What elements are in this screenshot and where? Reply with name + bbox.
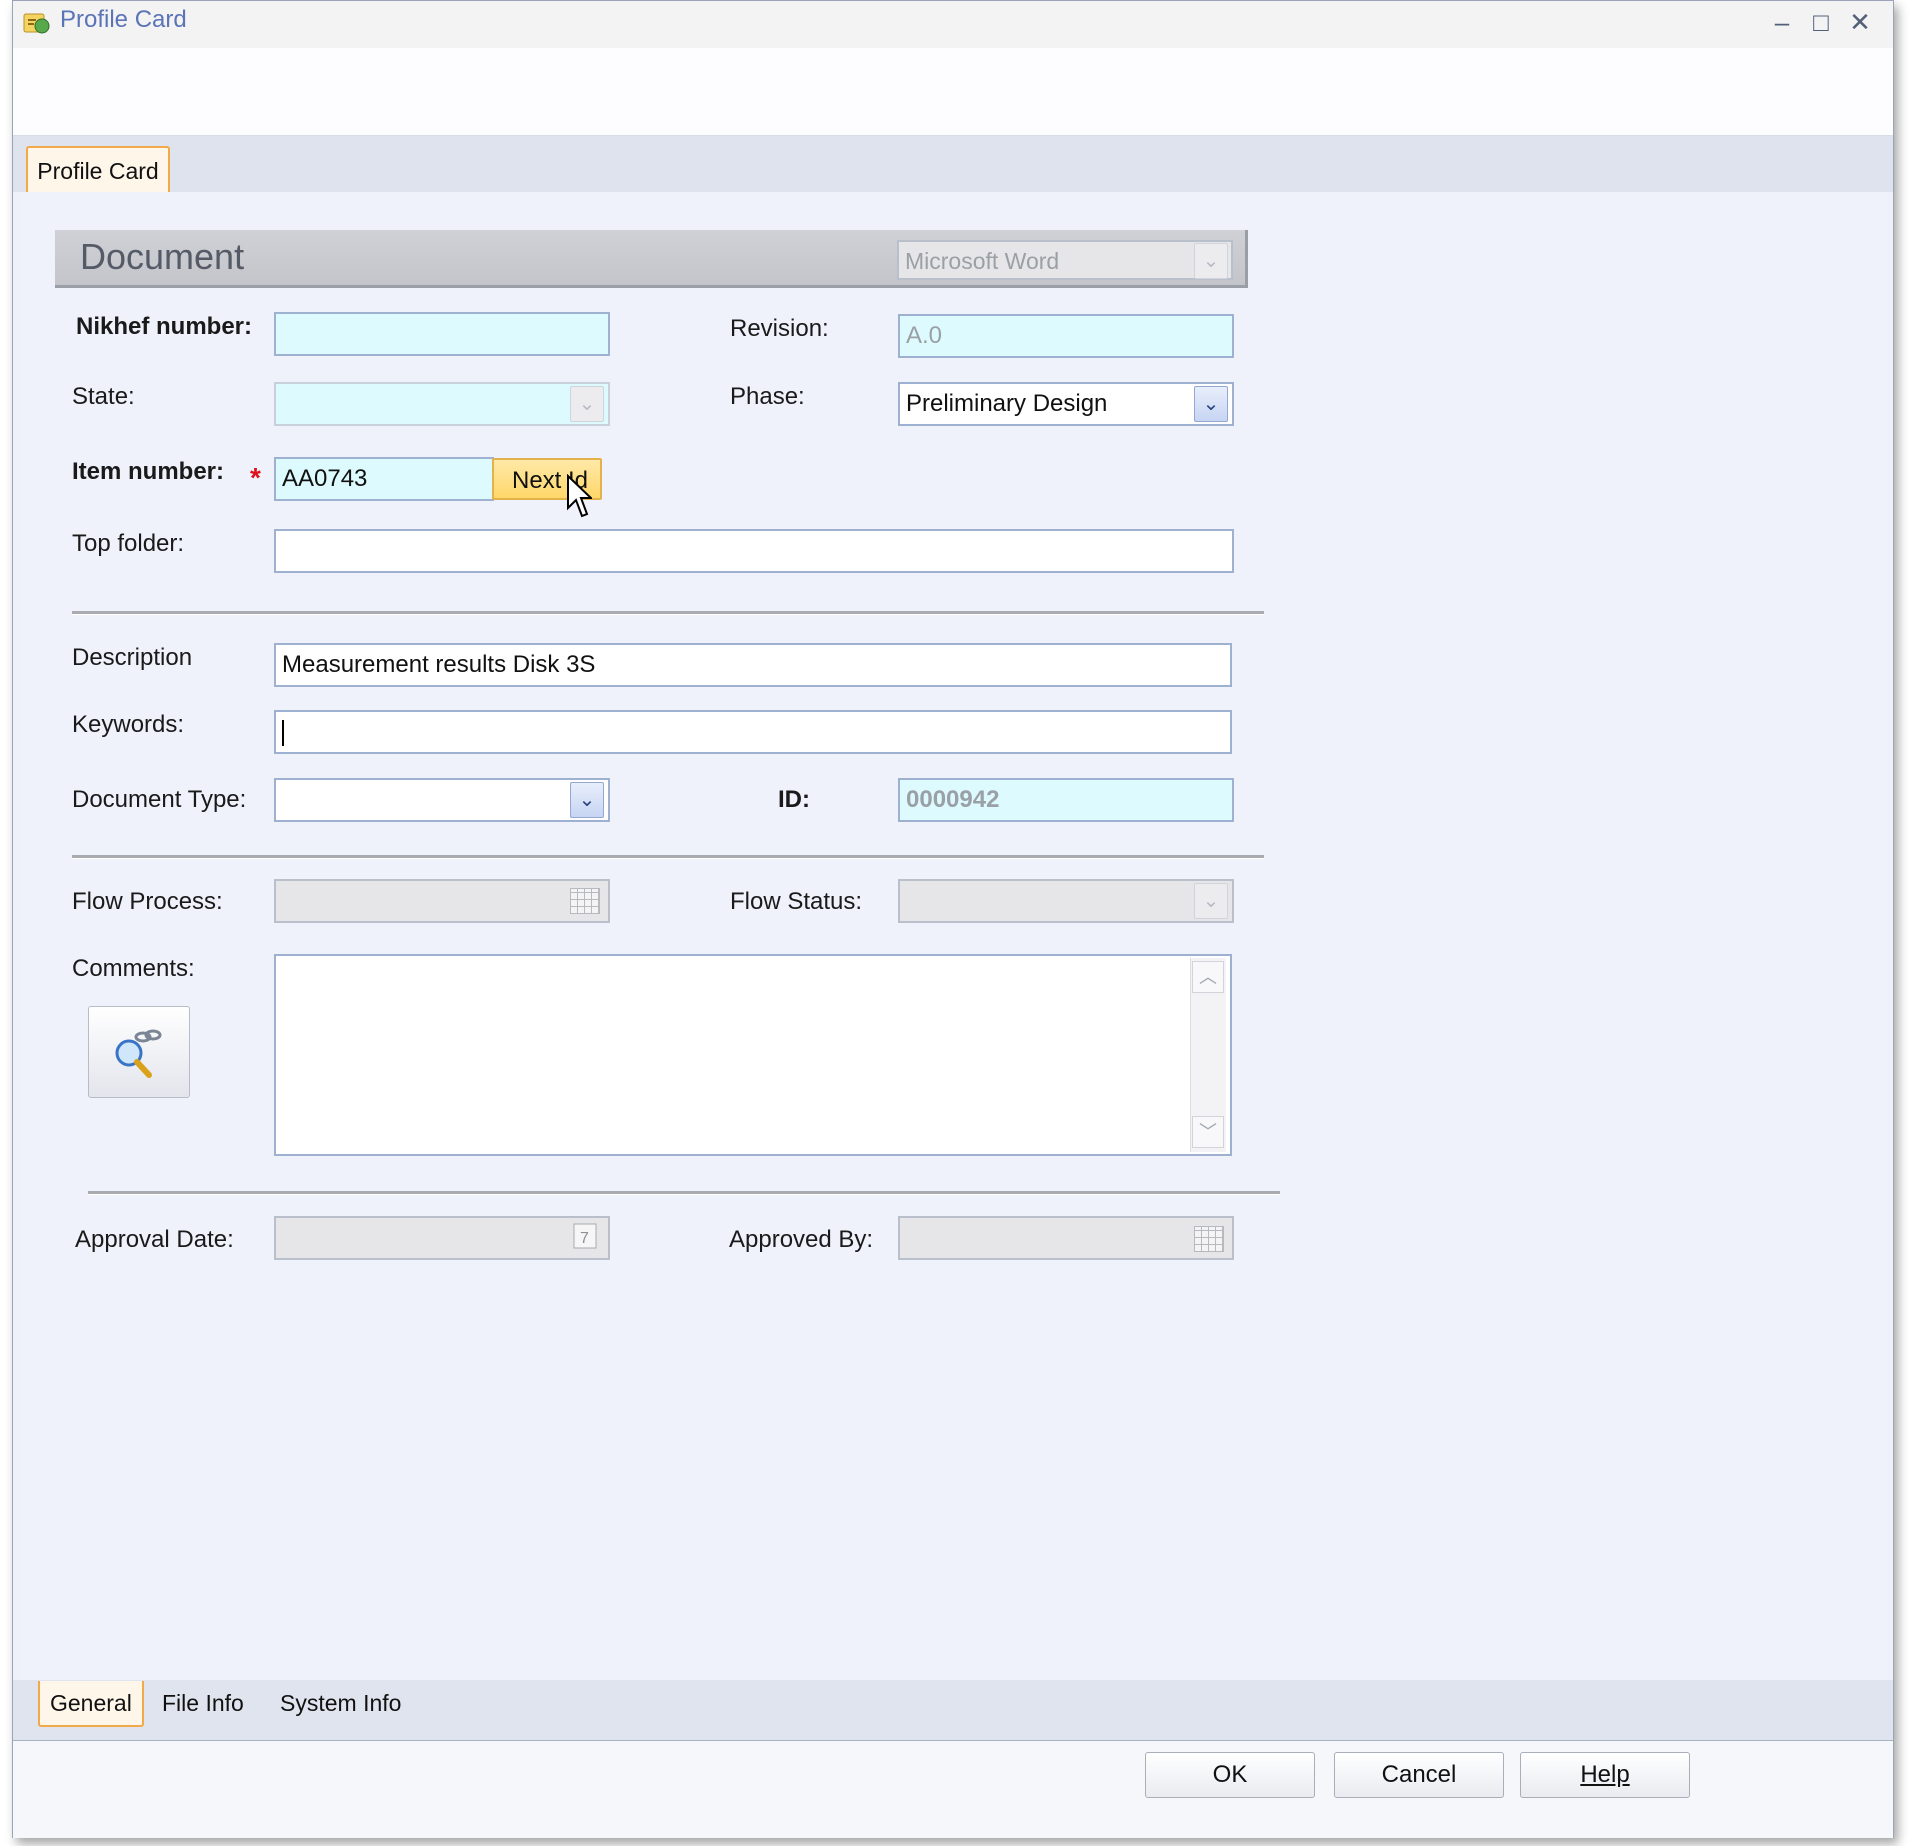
tab-file-info[interactable]: File Info xyxy=(152,1681,254,1727)
toolbar-area xyxy=(13,48,1893,136)
title-bar[interactable] xyxy=(13,1,1893,48)
phase-select-value: Preliminary Design xyxy=(906,390,1108,417)
application-select-value: Microsoft Word xyxy=(905,248,1060,274)
window-title: Profile Card xyxy=(60,6,187,33)
chevron-down-icon: ⌄ xyxy=(1202,890,1220,912)
calendar-icon: 7 xyxy=(570,1221,600,1251)
chevron-down-icon: ⌄ xyxy=(1202,393,1220,415)
scroll-up-button[interactable]: ︿ xyxy=(1192,961,1224,993)
comments-textarea[interactable] xyxy=(274,954,1232,1156)
keywords-field[interactable] xyxy=(274,710,1232,754)
grid-picker-icon xyxy=(570,888,600,914)
state-select xyxy=(274,382,610,426)
chevron-down-icon: ⌄ xyxy=(578,393,596,415)
nikhef-number-label: Nikhef number: xyxy=(76,313,253,340)
separator xyxy=(72,611,1264,615)
revision-field[interactable]: A.0 xyxy=(898,314,1234,358)
chevron-down-icon: ⌄ xyxy=(1202,250,1220,272)
chevron-down-icon: ⌄ xyxy=(578,789,596,811)
close-button[interactable]: ✕ xyxy=(1845,6,1875,38)
document-type-label: Document Type: xyxy=(72,786,247,813)
required-star-icon: * xyxy=(250,462,261,493)
flow-status-dropdown-button: ⌄ xyxy=(1194,883,1228,919)
top-tab-strip xyxy=(13,136,1893,192)
separator xyxy=(72,855,1264,859)
minimize-button[interactable]: – xyxy=(1767,6,1797,38)
item-number-label: Item number: xyxy=(72,458,225,485)
flow-process-label: Flow Process: xyxy=(72,888,223,915)
phase-label: Phase: xyxy=(730,383,805,410)
approval-date-field xyxy=(274,1216,610,1260)
document-type-select[interactable] xyxy=(274,778,610,822)
text-caret xyxy=(282,719,284,746)
state-dropdown-button: ⌄ xyxy=(570,386,604,422)
flow-status-select xyxy=(898,879,1234,923)
approved-by-label: Approved By: xyxy=(729,1226,874,1253)
description-label: Description xyxy=(72,644,193,671)
phase-select[interactable]: Preliminary Design xyxy=(898,382,1234,426)
separator xyxy=(88,1191,1280,1195)
lookup-button[interactable] xyxy=(88,1006,190,1098)
nikhef-number-field[interactable] xyxy=(274,312,610,356)
flow-process-field xyxy=(274,879,610,923)
description-field[interactable]: Measurement results Disk 3S xyxy=(274,643,1232,687)
section-title: Document xyxy=(80,236,245,277)
app-icon xyxy=(22,8,54,38)
flow-status-label: Flow Status: xyxy=(730,888,863,915)
ok-button[interactable]: OK xyxy=(1145,1752,1315,1798)
search-link-icon xyxy=(115,1029,162,1078)
top-folder-field[interactable] xyxy=(274,529,1234,573)
maximize-button[interactable]: □ xyxy=(1806,6,1836,38)
document-type-dropdown-button[interactable]: ⌄ xyxy=(570,782,604,818)
top-folder-label: Top folder: xyxy=(72,530,185,557)
item-number-field[interactable]: AA0743 xyxy=(274,457,494,501)
tab-profile-card[interactable]: Profile Card xyxy=(26,146,170,192)
mouse-cursor-icon xyxy=(566,473,594,522)
phase-dropdown-button[interactable]: ⌄ xyxy=(1194,386,1228,422)
approved-by-field xyxy=(898,1216,1234,1260)
revision-label: Revision: xyxy=(730,315,829,342)
approval-date-label: Approval Date: xyxy=(75,1226,234,1253)
chevron-down-icon: ﹀ xyxy=(1199,1122,1217,1142)
id-label: ID: xyxy=(778,786,810,813)
tab-general[interactable]: General xyxy=(38,1681,144,1727)
tab-system-info[interactable]: System Info xyxy=(270,1681,411,1727)
id-field[interactable]: 0000942 xyxy=(898,778,1234,822)
application-dropdown-button: ⌄ xyxy=(1194,243,1228,279)
chevron-up-icon: ︿ xyxy=(1199,967,1217,987)
help-button[interactable]: Help xyxy=(1520,1752,1690,1798)
scroll-down-button[interactable]: ﹀ xyxy=(1192,1116,1224,1148)
grid-picker-icon xyxy=(1194,1226,1224,1252)
svg-text:7: 7 xyxy=(580,1230,589,1247)
cancel-button[interactable]: Cancel xyxy=(1334,1752,1504,1798)
state-label: State: xyxy=(72,383,135,410)
application-select: Microsoft Word xyxy=(897,240,1233,280)
comments-label: Comments: xyxy=(72,955,195,982)
keywords-label: Keywords: xyxy=(72,711,185,738)
